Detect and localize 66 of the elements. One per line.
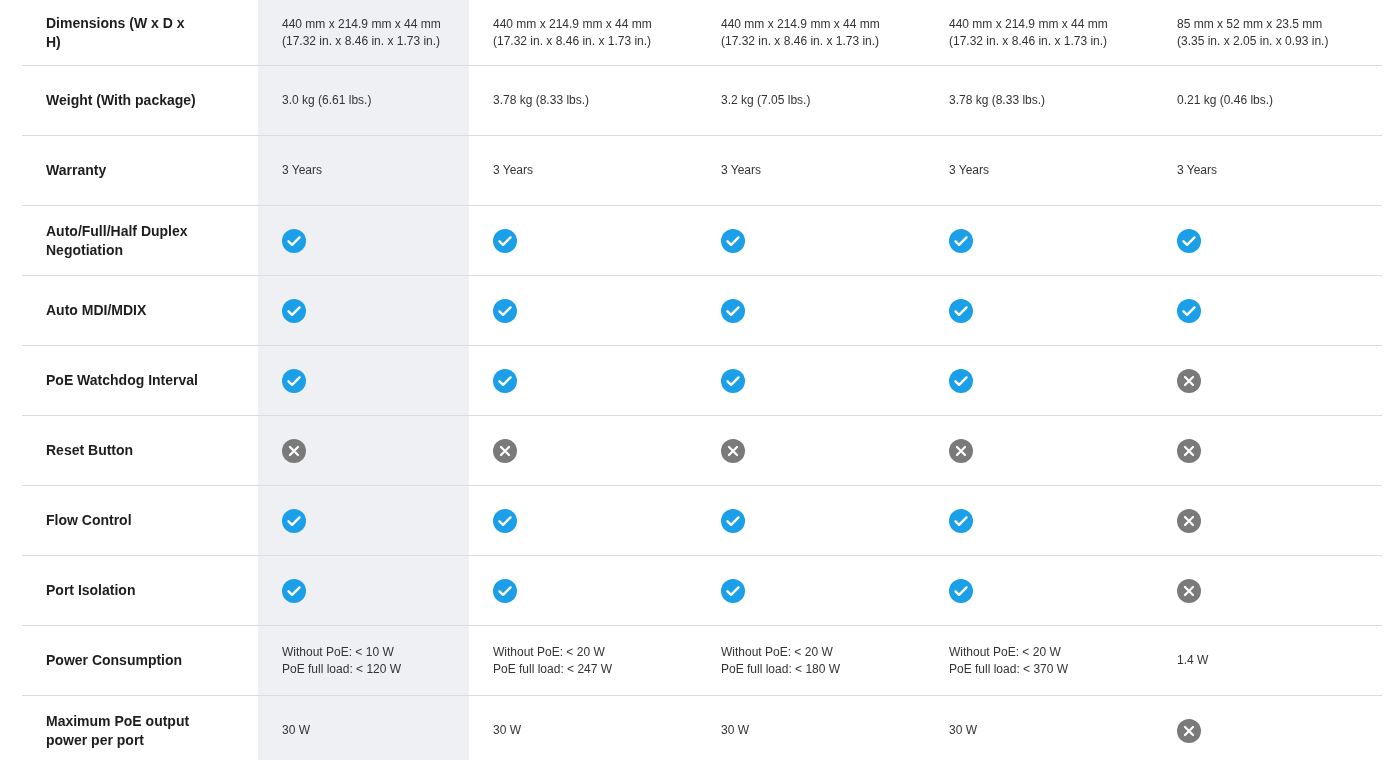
check-icon: [493, 368, 517, 393]
cell-text: 3 Years: [493, 162, 534, 179]
cell-text: 440 mm x 214.9 mm x 44 mm (17.32 in. x 8.46 in. x 1.73 in.): [721, 15, 880, 50]
row-label: Warranty: [46, 161, 107, 180]
cross-icon: [1177, 368, 1201, 393]
cross-icon: [1177, 578, 1201, 603]
check-icon: [721, 298, 745, 323]
cell-text: 440 mm x 214.9 mm x 44 mm (17.32 in. x 8.46 in. x 1.73 in.): [949, 15, 1108, 50]
cross-icon: [949, 438, 973, 463]
cross-icon: [493, 438, 517, 463]
cell-text: 30 W: [282, 722, 310, 739]
cross-icon: [1177, 508, 1201, 533]
cell-text: 3.78 kg (8.33 lbs.): [493, 92, 590, 109]
check-icon: [282, 368, 306, 393]
check-icon: [493, 578, 517, 603]
cross-icon: [721, 438, 745, 463]
check-icon: [949, 578, 973, 603]
check-icon: [493, 298, 517, 323]
cell-text: 0.21 kg (0.46 lbs.): [1177, 92, 1274, 109]
row-label: Auto/Full/Half Duplex Negotiation: [46, 221, 189, 260]
check-icon: [282, 228, 306, 253]
cell-text: Without PoE: < 20 W PoE full load: < 247 W: [493, 643, 613, 678]
cell-text: 85 mm x 52 mm x 23.5 mm (3.35 in. x 2.05 in. x 0.93 in.): [1177, 15, 1329, 50]
cell-text: 30 W: [949, 722, 977, 739]
cell-text: 30 W: [721, 722, 749, 739]
check-icon: [949, 368, 973, 393]
check-icon: [282, 578, 306, 603]
check-icon: [282, 508, 306, 533]
check-icon: [721, 368, 745, 393]
cell-text: 3 Years: [1177, 162, 1218, 179]
check-icon: [721, 578, 745, 603]
row-label: Dimensions (W x D x H): [46, 13, 186, 52]
row-label: Port Isolation: [46, 581, 136, 600]
cross-icon: [282, 438, 306, 463]
cell-text: 3.0 kg (6.61 lbs.): [282, 92, 372, 109]
row-label: PoE Watchdog Interval: [46, 371, 198, 390]
check-icon: [949, 228, 973, 253]
row-label: Auto MDI/MDIX: [46, 301, 147, 320]
row-label: Power Consumption: [46, 651, 183, 670]
check-icon: [949, 508, 973, 533]
check-icon: [493, 228, 517, 253]
row-label: Weight (With package): [46, 91, 196, 110]
cell-text: 440 mm x 214.9 mm x 44 mm (17.32 in. x 8.46 in. x 1.73 in.): [282, 15, 442, 50]
cell-text: 1.4 W: [1177, 652, 1209, 669]
check-icon: [282, 298, 306, 323]
cell-text: Without PoE: < 20 W PoE full load: < 370 W: [949, 643, 1069, 678]
cell-text: 30 W: [493, 722, 521, 739]
check-icon: [493, 508, 517, 533]
cross-icon: [1177, 718, 1201, 743]
cell-text: Without PoE: < 10 W PoE full load: < 120 W: [282, 643, 402, 678]
cross-icon: [1177, 438, 1201, 463]
cell-text: 3.2 kg (7.05 lbs.): [721, 92, 811, 109]
check-icon: [1177, 298, 1201, 323]
row-label: Flow Control: [46, 511, 132, 530]
check-icon: [1177, 228, 1201, 253]
cell-text: Without PoE: < 20 W PoE full load: < 180 W: [721, 643, 841, 678]
cell-text: 3 Years: [949, 162, 990, 179]
check-icon: [721, 228, 745, 253]
row-label: Reset Button: [46, 441, 134, 460]
cell-text: 3.78 kg (8.33 lbs.): [949, 92, 1046, 109]
check-icon: [949, 298, 973, 323]
cell-text: 3 Years: [282, 162, 323, 179]
cell-text: 3 Years: [721, 162, 762, 179]
cell-text: 440 mm x 214.9 mm x 44 mm (17.32 in. x 8.46 in. x 1.73 in.): [493, 15, 652, 50]
row-label: Maximum PoE output power per port: [46, 711, 191, 750]
check-icon: [721, 508, 745, 533]
